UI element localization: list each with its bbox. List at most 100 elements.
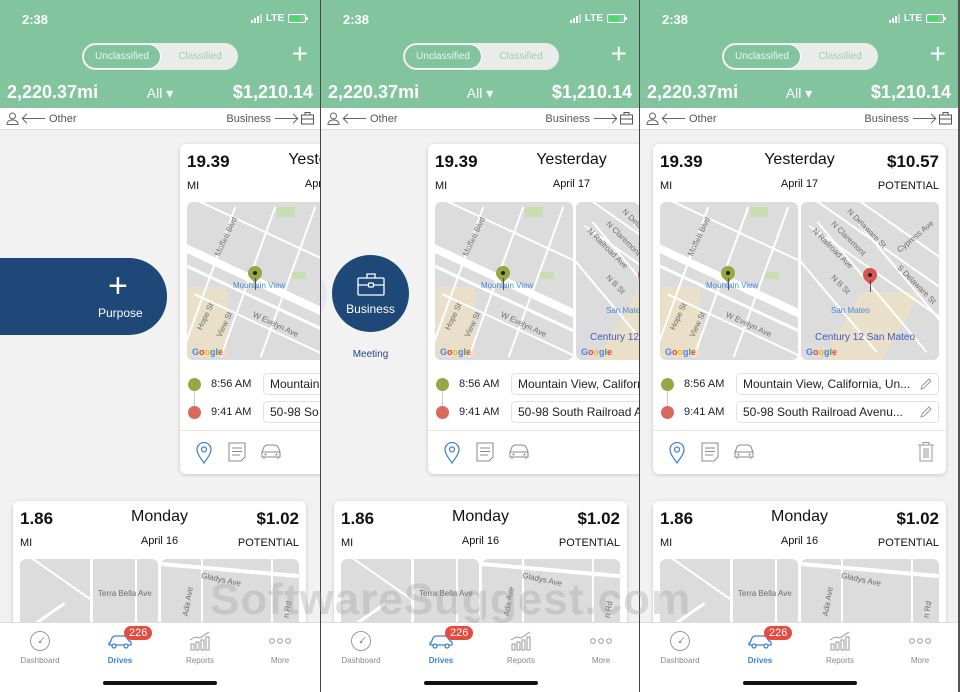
start-map[interactable]: Moffett Blvd Hope St View St W Evelyn Av… — [187, 202, 320, 360]
start-address-field[interactable]: Mountain — [263, 373, 320, 395]
start-map[interactable]: Moffett Blvd Hope St View St W Evelyn Av… — [435, 202, 573, 360]
tab-classified[interactable]: Classified — [802, 43, 878, 70]
drive-card[interactable]: 1.86 MI Monday April 16 $1.02 POTENTIAL … — [13, 501, 306, 641]
location-pin-icon[interactable] — [196, 441, 212, 469]
tab-drives[interactable]: 226 Drives — [80, 626, 160, 665]
tab-reports[interactable]: Reports — [481, 629, 561, 665]
summary-bar: 2,220.37mi All ▾ $1,210.14 — [328, 82, 632, 104]
tab-dashboard[interactable]: Dashboard — [321, 629, 401, 665]
location-pin-icon[interactable] — [669, 441, 685, 469]
tab-drives-label: Drives — [747, 656, 773, 665]
tab-dashboard[interactable]: Dashboard — [0, 629, 80, 665]
briefcase-icon — [939, 112, 952, 125]
end-address-field[interactable]: 50-98 South Railroad A — [511, 401, 639, 423]
google-logo: Google — [192, 347, 224, 357]
drive-miles-unit: MI — [435, 180, 448, 192]
tab-more[interactable]: More — [240, 629, 320, 665]
tab-reports[interactable]: Reports — [800, 629, 880, 665]
drive-card[interactable]: 19.39 MI Yesterday April 17 $10.57 POTEN… — [653, 144, 946, 474]
swipe-left-hint: Other — [327, 112, 398, 125]
end-map[interactable]: N Delaware St N Claremont N Railroad Ave… — [801, 202, 939, 360]
drive-card[interactable]: 19.39 MI Yesterday April 17 $10.57 POTEN… — [428, 144, 639, 474]
end-dot-icon — [188, 405, 201, 419]
home-indicator[interactable] — [743, 681, 857, 685]
notes-icon[interactable] — [701, 442, 719, 467]
more-dots-icon — [269, 638, 291, 644]
tab-unclassified[interactable]: Unclassified — [83, 44, 161, 69]
tab-bar: Dashboard 226 Drives Reports More — [640, 622, 958, 692]
swipe-right-hint: Business — [226, 112, 314, 125]
add-drive-button[interactable]: + — [930, 40, 946, 68]
pencil-icon[interactable] — [919, 405, 933, 419]
swipe-left-hint: Other — [6, 112, 77, 125]
tab-dashboard[interactable]: Dashboard — [640, 629, 720, 665]
meeting-purpose[interactable]: Meeting — [332, 349, 409, 360]
total-miles: 2,220.37mi — [647, 82, 739, 102]
add-drive-button[interactable]: + — [292, 40, 308, 68]
start-pin-icon — [718, 263, 738, 290]
add-drive-button[interactable]: + — [611, 40, 627, 68]
drives-badge: 226 — [124, 626, 153, 640]
tab-unclassified[interactable]: Unclassified — [404, 44, 482, 69]
start-time: 8:56 AM — [684, 378, 725, 390]
drive-day: Monday — [771, 508, 828, 525]
location-pin-icon[interactable] — [444, 441, 460, 469]
end-address-field[interactable]: 50-98 So — [263, 401, 320, 423]
swipe-right-hint: Business — [545, 112, 633, 125]
map-poi-label: Century 12 San Mateo — [590, 332, 639, 343]
classification-toggle[interactable]: Unclassified Classified — [403, 43, 559, 70]
filter-dropdown[interactable]: All ▾ — [467, 85, 493, 102]
classification-toggle[interactable]: Unclassified Classified — [82, 43, 238, 70]
filter-dropdown[interactable]: All ▾ — [147, 85, 173, 102]
drive-value: $1.02 — [256, 509, 299, 528]
drive-date: April 17 — [780, 178, 819, 190]
tab-reports[interactable]: Reports — [160, 629, 240, 665]
tab-more[interactable]: More — [880, 629, 958, 665]
drive-card[interactable]: 19.39 MI Yesterday April 17 $10.57 POTEN… — [180, 144, 320, 474]
vehicle-icon[interactable] — [508, 444, 530, 465]
map-poi-label: San Mateo — [831, 306, 870, 315]
classification-toggle[interactable]: Unclassified Classified — [722, 43, 878, 70]
speedometer-icon — [30, 631, 50, 651]
business-action-button[interactable]: Business — [332, 255, 409, 332]
vehicle-icon[interactable] — [260, 444, 282, 465]
start-map[interactable]: Moffett Blvd Hope St View St W Evelyn Av… — [660, 202, 798, 360]
start-address-field[interactable]: Mountain View, California, Un... — [736, 373, 939, 395]
swipe-left-hint: Other — [646, 112, 717, 125]
home-indicator[interactable] — [103, 681, 217, 685]
tab-dashboard-label: Dashboard — [341, 656, 381, 665]
tab-reports-label: Reports — [185, 656, 214, 665]
status-right: LTE — [250, 13, 308, 24]
trash-icon[interactable] — [918, 442, 934, 467]
drive-miles: 19.39 — [187, 152, 230, 171]
home-indicator[interactable] — [424, 681, 538, 685]
tab-drives[interactable]: 226 Drives — [720, 626, 800, 665]
pencil-icon[interactable] — [919, 377, 933, 391]
tab-classified[interactable]: Classified — [162, 43, 238, 70]
battery-icon — [926, 14, 946, 23]
drive-miles-unit: MI — [187, 180, 200, 192]
tab-unclassified[interactable]: Unclassified — [723, 44, 801, 69]
notes-icon[interactable] — [228, 442, 246, 467]
notes-icon[interactable] — [476, 442, 494, 467]
drive-card[interactable]: 1.86 MI Monday April 16 $1.02 POTENTIAL … — [653, 501, 946, 641]
drive-value: $1.02 — [577, 509, 620, 528]
other-action-circle[interactable] — [321, 270, 327, 320]
arrow-right-icon — [594, 118, 616, 119]
total-value: $1,210.14 — [232, 82, 313, 102]
vehicle-icon[interactable] — [733, 444, 755, 465]
tab-drives[interactable]: 226 Drives — [401, 626, 481, 665]
tab-classified[interactable]: Classified — [483, 43, 559, 70]
start-stop: 8:56 AM Mountain View, Califorr — [435, 370, 639, 398]
arrow-right-icon — [913, 118, 935, 119]
route-maps: Moffett Blvd Hope St View St W Evelyn Av… — [187, 202, 320, 360]
end-map[interactable]: N Delaware St N Claremont N Railroad Ave… — [576, 202, 639, 360]
tab-reports-label: Reports — [825, 656, 854, 665]
map-poi-label: Century 12 San Mateo — [815, 332, 916, 343]
tab-more[interactable]: More — [561, 629, 639, 665]
start-address-field[interactable]: Mountain View, Califorr — [511, 373, 639, 395]
end-address-field[interactable]: 50-98 South Railroad Avenu... — [736, 401, 939, 423]
filter-dropdown[interactable]: All ▾ — [786, 85, 812, 102]
drive-card[interactable]: 1.86 MI Monday April 16 $1.02 POTENTIAL … — [334, 501, 627, 641]
purpose-swipe-action[interactable]: + Purpose — [0, 258, 167, 335]
